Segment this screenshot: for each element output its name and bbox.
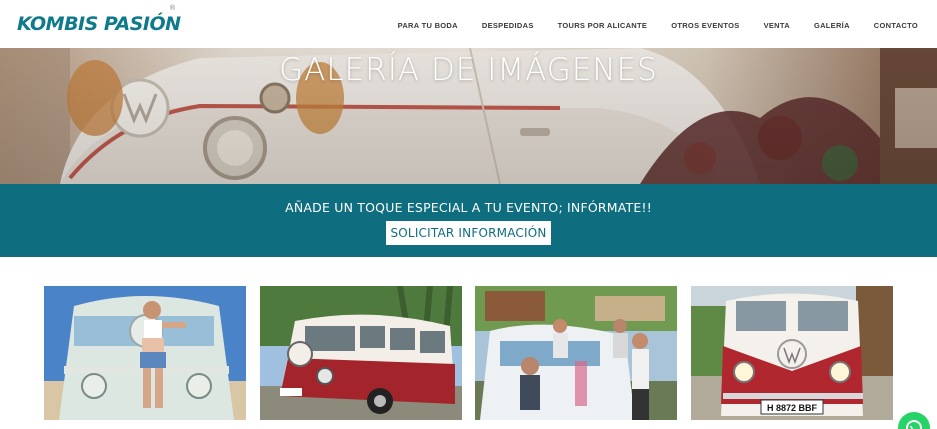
- nav-item-galeria[interactable]: GALERÍA: [814, 21, 850, 30]
- page-title: GALERÍA DE IMÁGENES: [279, 52, 658, 88]
- gallery-thumb-woman-kombi[interactable]: [44, 286, 246, 420]
- license-plate: H 8872 BBF: [767, 403, 818, 413]
- photo-red-kombi-front: H 8872 BBF: [691, 286, 893, 420]
- main-nav: PARA TU BODA DESPEDIDAS TOURS POR ALICAN…: [374, 21, 918, 30]
- nav-item-boda[interactable]: PARA TU BODA: [398, 21, 458, 30]
- logo-word-left: KOMBIS: [17, 13, 98, 35]
- gallery-thumb-red-kombi-front[interactable]: H 8872 BBF: [691, 286, 893, 420]
- nav-item-venta[interactable]: VENTA: [764, 21, 790, 30]
- photo-red-kombi-palms: [260, 286, 462, 420]
- request-info-button[interactable]: SOLICITAR INFORMACIÓN: [386, 221, 551, 245]
- photo-woman-with-kombi: [44, 286, 246, 420]
- registered-mark: ®: [169, 5, 175, 12]
- nav-item-contacto[interactable]: CONTACTO: [874, 21, 918, 30]
- cta-band: AÑADE UN TOQUE ESPECIAL A TU EVENTO; INF…: [0, 184, 937, 257]
- site-header: KOMBIS PASIÓN ® PARA TU BODA DESPEDIDAS …: [0, 0, 937, 48]
- logo-word-right: PASIÓN: [103, 13, 181, 35]
- nav-item-tours[interactable]: TOURS POR ALICANTE: [558, 21, 648, 30]
- hero-banner: GALERÍA DE IMÁGENES: [0, 48, 937, 184]
- photo-kombi-event-guests: [475, 286, 677, 420]
- whatsapp-button[interactable]: [898, 412, 930, 429]
- nav-item-otros-eventos[interactable]: OTROS EVENTOS: [671, 21, 739, 30]
- cta-text: AÑADE UN TOQUE ESPECIAL A TU EVENTO; INF…: [285, 200, 652, 215]
- gallery-thumb-red-kombi-palms[interactable]: [260, 286, 462, 420]
- gallery-thumb-kombi-event[interactable]: [475, 286, 677, 420]
- whatsapp-icon: [906, 420, 922, 429]
- nav-item-despedidas[interactable]: DESPEDIDAS: [482, 21, 534, 30]
- site-logo[interactable]: KOMBIS PASIÓN ®: [17, 5, 181, 43]
